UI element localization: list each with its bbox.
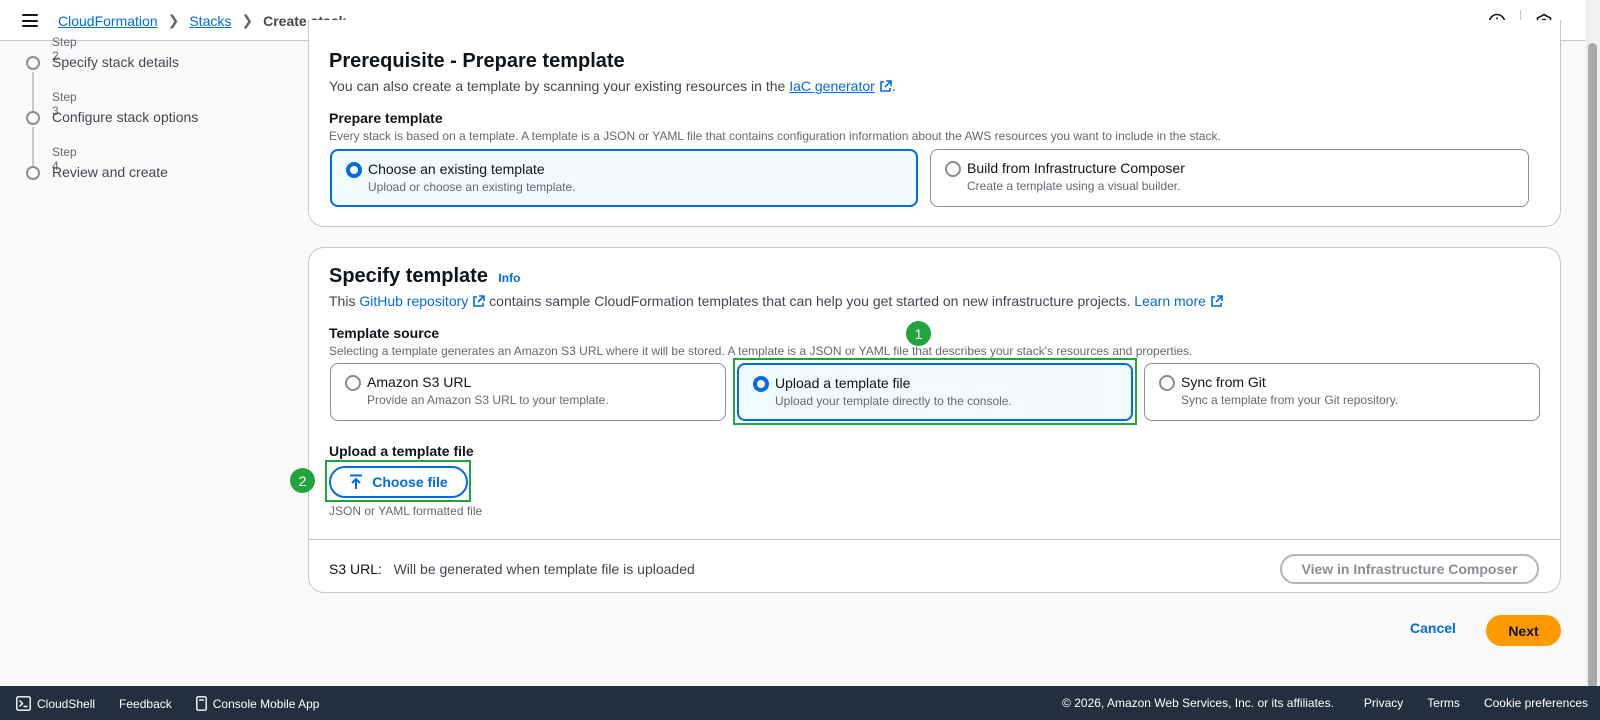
step-circle-icon [26, 111, 40, 125]
description-text-end: . [891, 78, 896, 94]
external-link-icon [1211, 295, 1223, 307]
section-title: Specify template [329, 265, 488, 287]
radio-selected-icon[interactable] [346, 162, 362, 178]
s3-url-label: S3 URL: [329, 561, 382, 577]
breadcrumb-cloudformation[interactable]: CloudFormation [58, 13, 158, 29]
radio-unselected-icon[interactable] [345, 375, 361, 391]
section-description: You can also create a template by scanni… [329, 78, 896, 94]
privacy-link[interactable]: Privacy [1364, 696, 1403, 710]
annotation-highlight-choose-file [325, 460, 471, 502]
radio-unselected-icon[interactable] [1159, 375, 1175, 391]
description-text: This [329, 293, 356, 309]
cloudshell-label: CloudShell [37, 696, 96, 711]
console-mobile-app-link[interactable]: Console Mobile App [195, 696, 320, 711]
iac-generator-link[interactable]: IaC generator [789, 78, 875, 94]
option-build-from-infrastructure-composer[interactable]: Build from Infrastructure Composer Creat… [930, 149, 1529, 207]
prerequisite-container: Prerequisite - Prepare template You can … [308, 20, 1561, 227]
step-circle-icon [26, 166, 40, 180]
scrollbar-thumb[interactable] [1588, 43, 1597, 688]
s3-url-display: S3 URL: Will be generated when template … [329, 561, 695, 577]
template-source-description: Selecting a template generates an Amazon… [329, 344, 1193, 358]
chevron-right-icon: ❯ [241, 12, 254, 28]
feedback-link[interactable]: Feedback [119, 696, 172, 711]
breadcrumb-stacks[interactable]: Stacks [189, 13, 231, 29]
terminal-icon [16, 696, 31, 711]
menu-icon[interactable] [22, 14, 38, 27]
external-link-icon [473, 295, 486, 307]
option-choose-existing-template[interactable]: Choose an existing template Upload or ch… [330, 149, 918, 207]
option-description: Sync a template from your Git repository… [1181, 393, 1399, 407]
footer-right: © 2026, Amazon Web Services, Inc. or its… [1062, 696, 1588, 710]
prepare-template-label: Prepare template [329, 110, 443, 126]
upload-hint: JSON or YAML formatted file [329, 504, 483, 518]
s3-url-value: Will be generated when template file is … [393, 561, 695, 577]
option-sync-from-git[interactable]: Sync from Git Sync a template from your … [1144, 363, 1540, 421]
section-description: This GitHub repository contains sample C… [329, 293, 1223, 309]
step-configure-stack-options[interactable]: Configure stack options [52, 109, 198, 125]
step-review-and-create[interactable]: Review and create [52, 164, 168, 180]
radio-unselected-icon[interactable] [945, 161, 961, 177]
step-specify-stack-details[interactable]: Specify stack details [52, 54, 179, 70]
option-title: Build from Infrastructure Composer [967, 160, 1185, 176]
annotation-highlight-upload-option [733, 358, 1137, 425]
console-footer: CloudShell Feedback Console Mobile App ©… [0, 686, 1600, 720]
option-description: Create a template using a visual builder… [967, 179, 1181, 193]
description-text: contains sample CloudFormation templates… [489, 293, 1131, 309]
chevron-right-icon: ❯ [167, 12, 180, 28]
cancel-button[interactable]: Cancel [1410, 620, 1456, 636]
terms-link[interactable]: Terms [1427, 696, 1460, 710]
copyright-text: © 2026, Amazon Web Services, Inc. or its… [1062, 696, 1334, 710]
info-link[interactable]: Info [498, 271, 520, 285]
option-title: Choose an existing template [368, 161, 545, 177]
step-circle-icon [26, 56, 40, 70]
description-text: You can also create a template by scanni… [329, 78, 786, 94]
cloudshell-button[interactable]: CloudShell [16, 696, 95, 711]
page-scrollbar[interactable] [1585, 0, 1600, 688]
mobile-phone-icon [195, 696, 207, 711]
breadcrumb: CloudFormation ❯ Stacks ❯ Create stack [58, 12, 346, 29]
template-source-label: Template source [329, 325, 440, 341]
option-title: Sync from Git [1181, 374, 1266, 390]
learn-more-link[interactable]: Learn more [1134, 293, 1206, 309]
upload-template-label: Upload a template file [329, 443, 474, 459]
footer-left: CloudShell Feedback Console Mobile App [16, 696, 319, 711]
cookie-preferences-link[interactable]: Cookie preferences [1484, 696, 1588, 710]
option-title: Amazon S3 URL [367, 374, 472, 390]
option-description: Upload or choose an existing template. [368, 180, 576, 194]
prepare-template-description: Every stack is based on a template. A te… [329, 129, 1221, 143]
section-title: Prerequisite - Prepare template [329, 50, 625, 72]
external-link-icon [880, 80, 892, 92]
github-repository-link[interactable]: GitHub repository [359, 293, 468, 309]
view-in-infrastructure-composer-button[interactable]: View in Infrastructure Composer [1280, 554, 1539, 584]
option-amazon-s3-url[interactable]: Amazon S3 URL Provide an Amazon S3 URL t… [330, 363, 726, 421]
option-description: Provide an Amazon S3 URL to your templat… [367, 393, 609, 407]
annotation-badge-1: 1 [906, 321, 931, 346]
s3-url-row: S3 URL: Will be generated when template … [309, 539, 1560, 593]
annotation-badge-2: 2 [290, 468, 315, 493]
next-button[interactable]: Next [1486, 615, 1561, 646]
section-header: Specify template Info [329, 265, 520, 288]
mobile-app-label: Console Mobile App [212, 696, 320, 711]
